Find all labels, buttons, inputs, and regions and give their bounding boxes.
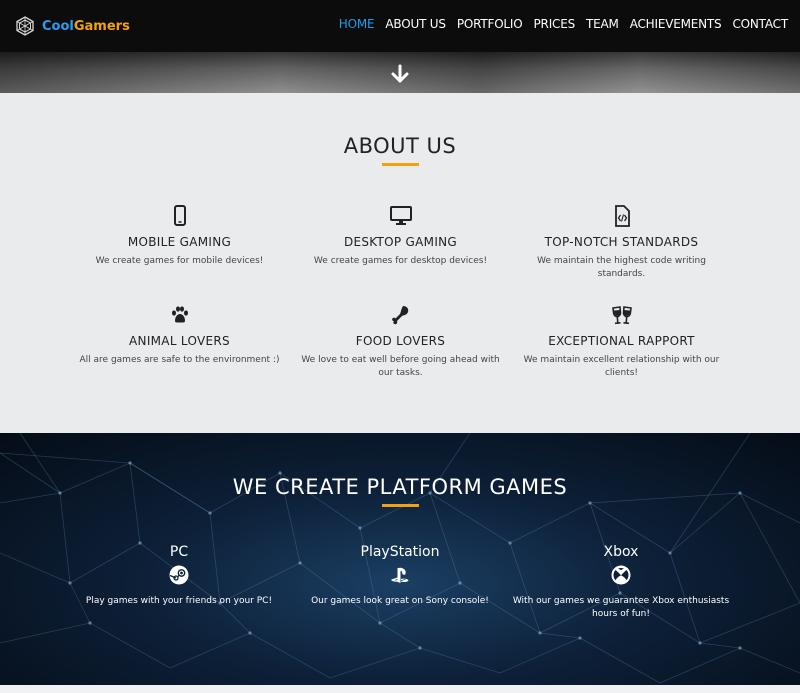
title-underline: [382, 163, 419, 166]
main-menu: HOME ABOUT US PORTFOLIO PRICES TEAM ACHI…: [328, 0, 788, 47]
feature-description: We maintain the highest code writing sta…: [537, 256, 706, 279]
platforms-section: WE CREATE PLATFORM GAMES PC Play games w…: [0, 433, 800, 685]
feature-card: MOBILE GAMING We create games for mobile…: [72, 205, 287, 268]
feature-description: We maintain excellent relationship with …: [523, 355, 720, 378]
hero-banner: [0, 52, 800, 93]
brand-name-part2: Gamers: [73, 18, 130, 34]
feature-card: FOOD LOVERS We love to eat well before g…: [293, 304, 508, 380]
platform-name: PC: [169, 544, 189, 560]
platform-card: Xbox With our games we guarantee Xbox en…: [511, 544, 731, 621]
feature-title: DESKTOP GAMING: [343, 235, 458, 249]
platform-description: Our games look great on Sony console!: [311, 596, 489, 606]
feature-card: ANIMAL LOVERS All are games are safe to …: [72, 304, 287, 367]
steam-icon: [169, 565, 189, 585]
feature-title: ANIMAL LOVERS: [129, 334, 230, 348]
arrow-down-icon[interactable]: [390, 64, 410, 84]
feature-title: FOOD LOVERS: [355, 334, 446, 348]
platform-card: PC Play games with your friends on your …: [69, 544, 289, 608]
food-icon: [391, 306, 408, 325]
about-title: ABOUT US: [343, 134, 457, 158]
feature-card: TOP-NOTCH STANDARDS We maintain the high…: [514, 205, 729, 281]
feature-title: TOP-NOTCH STANDARDS: [544, 235, 699, 249]
nav-home[interactable]: HOME: [339, 17, 375, 31]
feature-card: EXCEPTIONAL RAPPORT We maintain excellen…: [514, 304, 729, 380]
brand-logo[interactable]: Cool Gamers: [15, 16, 130, 36]
code-file-icon: [614, 205, 630, 227]
platform-name: PlayStation: [360, 544, 440, 560]
glasses-cheers-icon: [611, 306, 632, 325]
nav-prices[interactable]: PRICES: [534, 17, 576, 31]
feature-title: MOBILE GAMING: [127, 235, 232, 249]
feature-card: DESKTOP GAMING We create games for deskt…: [293, 205, 508, 268]
next-section-edge: [0, 685, 800, 693]
platform-name: Xbox: [603, 544, 639, 560]
feature-description: All are games are safe to the environmen…: [79, 355, 280, 365]
feature-description: We create games for mobile devices!: [95, 256, 264, 266]
desktop-icon: [389, 206, 412, 225]
platforms-title: WE CREATE PLATFORM GAMES: [232, 475, 568, 499]
nav-portfolio[interactable]: PORTFOLIO: [457, 17, 523, 31]
navbar: Cool Gamers HOME ABOUT US PORTFOLIO PRICE…: [0, 0, 800, 52]
feature-description: We create games for desktop devices!: [313, 256, 488, 266]
nav-about-us[interactable]: ABOUT US: [385, 17, 446, 31]
title-underline: [382, 504, 419, 507]
feature-description: We love to eat well before going ahead w…: [301, 355, 500, 378]
feature-title: EXCEPTIONAL RAPPORT: [548, 334, 695, 348]
platform-description: Play games with your friends on your PC!: [85, 596, 273, 606]
about-section: ABOUT US MOBILE GAMING We create games f…: [0, 93, 800, 433]
platform-description: With our games we guarantee Xbox enthusi…: [512, 596, 730, 619]
xbox-icon: [611, 565, 631, 585]
nav-contact[interactable]: CONTACT: [732, 17, 788, 31]
nav-team[interactable]: TEAM: [586, 17, 619, 31]
brand-name-part1: Cool: [42, 18, 74, 34]
logo-icon: [16, 16, 34, 36]
nav-achievements[interactable]: ACHIEVEMENTS: [630, 17, 722, 31]
mobile-icon: [173, 205, 186, 226]
paw-icon: [171, 306, 188, 323]
playstation-icon: [391, 567, 409, 583]
platform-card: PlayStation Our games look great on Sony…: [290, 544, 510, 608]
